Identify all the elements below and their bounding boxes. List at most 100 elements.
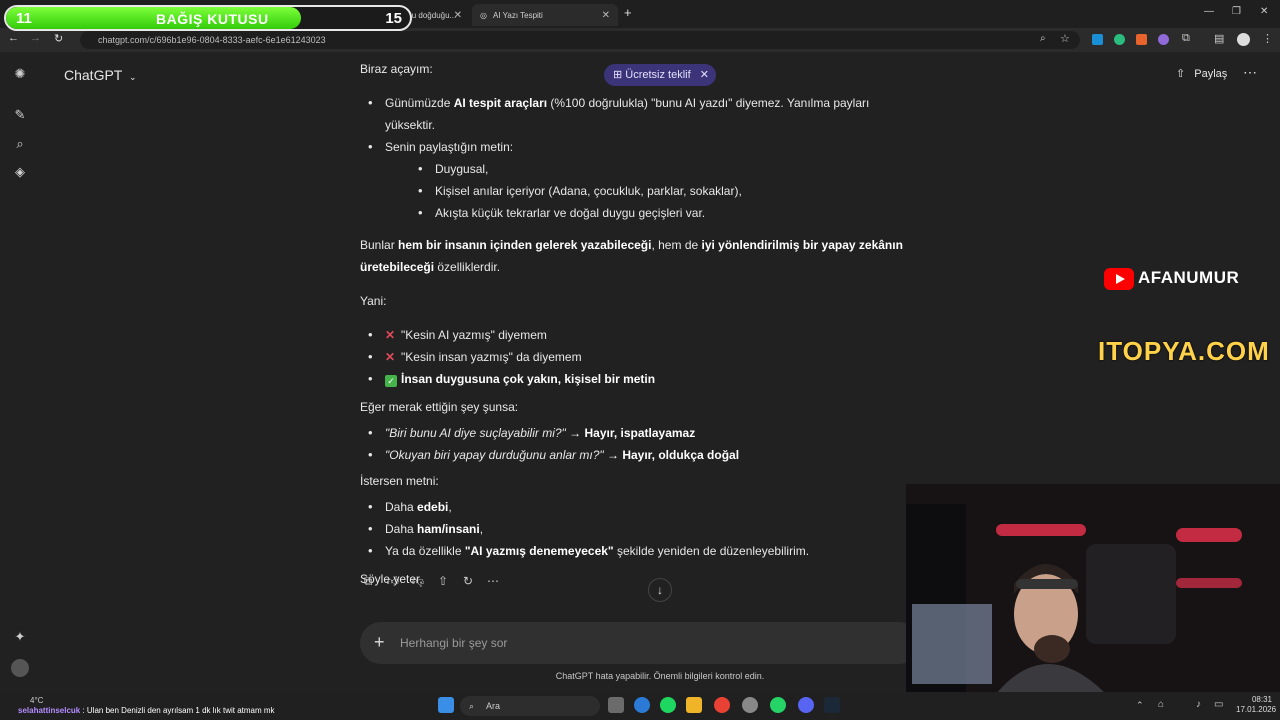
share-label: Paylaş — [1194, 68, 1228, 80]
extension-icon[interactable] — [1092, 34, 1103, 45]
stream-chat-message: selahattinselcuk : Ulan ben Denizli den … — [18, 706, 275, 715]
extension-icon[interactable] — [1136, 34, 1147, 45]
more-options-icon[interactable]: ⋯ — [1243, 64, 1257, 81]
discord-icon[interactable] — [798, 697, 814, 713]
tray-overflow-icon[interactable]: ⌃ — [1136, 700, 1144, 711]
more-icon[interactable]: ⋯ — [485, 574, 501, 590]
list-item: "Okuyan biri yapay durduğunu anlar mı?" … — [360, 444, 920, 466]
message-paragraph: İstersen metni: — [360, 474, 439, 488]
chatgpt-icon: ◎ — [480, 10, 487, 20]
sidepanel-icon[interactable]: ▤ — [1214, 32, 1224, 45]
donation-goal-bar: 11 BAĞIŞ KUTUSU 15 — [4, 5, 412, 31]
back-icon[interactable]: ← — [8, 32, 19, 44]
search-label: Ara — [486, 701, 501, 711]
scroll-to-bottom-button[interactable]: ↓ — [648, 578, 672, 602]
cross-mark-icon: ✕ — [385, 350, 396, 364]
app-icon[interactable] — [742, 697, 758, 713]
share-icon: ⇧ — [1176, 68, 1186, 80]
url-field[interactable]: chatgpt.com/c/696b1e96-0804-8333-aefc-6e… — [80, 31, 1080, 49]
task-view-icon[interactable] — [608, 697, 624, 713]
prompt-input[interactable] — [400, 633, 880, 653]
zoom-icon[interactable]: ⌕ — [1040, 33, 1046, 44]
bullet-list: "Biri bunu AI diye suçlayabilir mi?" → H… — [360, 422, 920, 466]
window-close-icon[interactable]: ✕ — [1260, 6, 1268, 17]
close-icon[interactable]: ✕ — [602, 10, 610, 21]
assistant-message: Biraz açayım: Günümüzde AI tespit araçla… — [360, 58, 920, 600]
chevron-down-icon: ⌄ — [129, 72, 137, 82]
list-item: ✕"Kesin insan yazmış" da diyemem — [360, 346, 920, 368]
youtube-logo-icon — [1104, 268, 1134, 290]
donation-left-count: 11 — [16, 10, 32, 27]
extensions-puzzle-icon[interactable]: ⧉ — [1182, 32, 1190, 45]
steam-icon[interactable] — [824, 697, 840, 713]
thumbs-up-icon[interactable]: 👍︎ — [385, 574, 401, 590]
volume-icon[interactable]: ♪ — [1196, 699, 1201, 710]
list-item: ✓İnsan duygusuna çok yakın, kişisel bir … — [360, 368, 920, 390]
list-item: Ya da özellikle "AI yazmış denemeyecek" … — [360, 540, 920, 562]
message-paragraph: Bunlar hem bir insanın içinden gelerek y… — [360, 238, 903, 274]
donation-label: BAĞIŞ KUTUSU — [156, 11, 269, 27]
taskbar-search[interactable]: ⌕ Ara — [460, 696, 600, 716]
message-paragraph: Biraz açayım: — [360, 62, 433, 76]
network-icon[interactable]: ⌂ — [1158, 699, 1164, 710]
list-item: Senin paylaştığın metin: Duygusal, Kişis… — [360, 136, 920, 224]
whatsapp-icon[interactable] — [770, 697, 786, 713]
tab-title: AI Yazı Tespiti — [492, 10, 543, 20]
upgrade-sparkle-icon[interactable]: ✦ — [12, 629, 28, 645]
extension-icon[interactable] — [1114, 34, 1125, 45]
list-item: Akışta küçük tekrarlar ve doğal duygu ge… — [385, 202, 920, 224]
regenerate-icon[interactable]: ↻ — [460, 574, 476, 590]
spotify-icon[interactable] — [660, 697, 676, 713]
close-icon[interactable]: ✕ — [454, 10, 462, 21]
maximize-icon[interactable]: ❐ — [1232, 6, 1241, 17]
message-actions: ⧉ 👍︎ 👎︎ ⇧ ↻ ⋯ — [360, 574, 501, 590]
copy-icon[interactable]: ⧉ — [360, 574, 376, 590]
message-paragraph: Yani: — [360, 294, 387, 308]
openai-logo-icon[interactable]: ✺ — [12, 66, 28, 82]
list-item: Daha edebi, — [360, 496, 920, 518]
search-icon: ⌕ — [469, 701, 475, 711]
reload-icon[interactable]: ↻ — [54, 32, 63, 45]
sidebar: ✺ ✎ ⌕ ◈ ✦ — [0, 52, 40, 692]
disclaimer: ChatGPT hata yapabilir. Önemli bilgileri… — [555, 671, 765, 681]
message-paragraph: Eğer merak ettiğin şey şunsa: — [360, 400, 519, 414]
chat-username: selahattinselcuk — [18, 706, 81, 715]
bullet-list: Daha edebi, Daha ham/insani, Ya da özell… — [360, 496, 920, 562]
search-icon[interactable]: ⌕ — [12, 136, 28, 152]
clock-date: 17.01.2026 — [1236, 705, 1277, 714]
tab-ai-yazi-tespiti[interactable]: ◎ AI Yazı Tespiti ✕ — [472, 4, 618, 26]
browser-menu-icon[interactable]: ⋮ — [1262, 32, 1273, 45]
check-mark-icon: ✓ — [385, 375, 397, 387]
model-selector[interactable]: ChatGPT ⌄ — [64, 67, 137, 83]
library-icon[interactable]: ◈ — [12, 164, 28, 180]
list-item: "Biri bunu AI diye suçlayabilir mi?" → H… — [360, 422, 920, 444]
new-tab-icon[interactable]: + — [624, 5, 632, 20]
bookmark-star-icon[interactable]: ☆ — [1060, 32, 1070, 45]
battery-icon[interactable]: ▭ — [1214, 699, 1223, 710]
edge-icon[interactable] — [634, 697, 650, 713]
list-item: Günümüzde AI tespit araçları (%100 doğru… — [360, 92, 920, 136]
donation-right-count: 15 — [385, 10, 402, 27]
thumbs-down-icon[interactable]: 👎︎ — [410, 574, 426, 590]
file-explorer-icon[interactable] — [686, 697, 702, 713]
weather-widget[interactable]: 4°C — [30, 696, 43, 705]
chrome-icon[interactable] — [714, 697, 730, 713]
attach-plus-icon[interactable]: + — [374, 632, 385, 653]
profile-avatar[interactable] — [1237, 33, 1250, 46]
extension-icon[interactable] — [1158, 34, 1169, 45]
system-clock[interactable]: 08:31 17.01.2026 — [1236, 695, 1277, 715]
minimize-icon[interactable]: — — [1204, 6, 1214, 17]
address-bar-row: ← → ↻ chatgpt.com/c/696b1e96-0804-8333-a… — [0, 28, 1280, 52]
channel-name: AFANUMUR — [1138, 268, 1240, 287]
youtube-channel-overlay: AFANUMUR — [1104, 266, 1264, 290]
list-item: Duygusal, — [385, 158, 920, 180]
share-icon[interactable]: ⇧ — [435, 574, 451, 590]
user-avatar[interactable] — [11, 659, 29, 677]
chat-text: : Ulan ben Denizli den ayrılsam 1 dk lık… — [80, 706, 275, 715]
new-chat-icon[interactable]: ✎ — [12, 107, 28, 123]
share-button[interactable]: ⇧ Paylaş — [1176, 67, 1227, 80]
forward-icon[interactable]: → — [30, 32, 41, 44]
windows-start-icon[interactable] — [438, 697, 454, 713]
clock-time: 08:31 — [1251, 695, 1272, 704]
list-item: Daha ham/insani, — [360, 518, 920, 540]
